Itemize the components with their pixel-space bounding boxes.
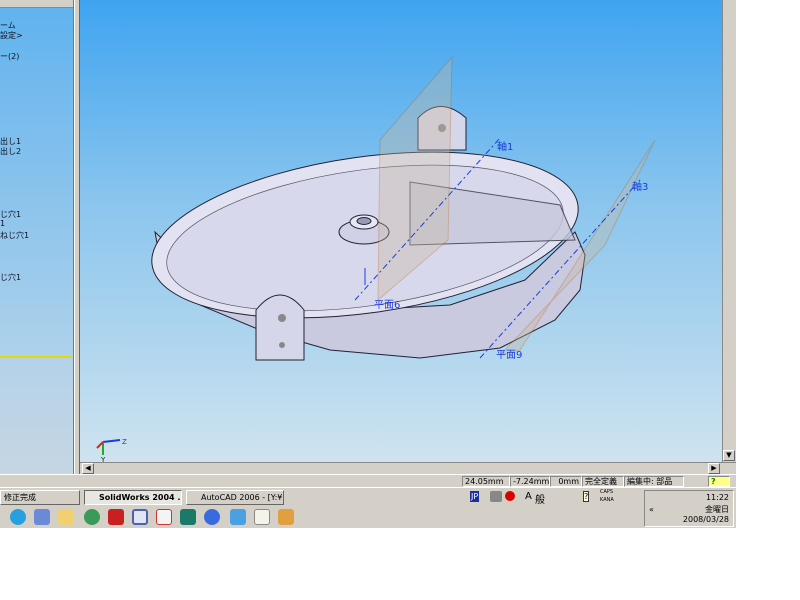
tree-item[interactable]: 出し2 <box>0 146 21 157</box>
reference-triad-icon: Z Y <box>96 438 127 464</box>
coord-y: -7.24mm <box>510 476 550 487</box>
ie-icon[interactable] <box>84 509 100 525</box>
skype-icon[interactable] <box>10 509 26 525</box>
kana-indicator: KANA <box>600 497 614 503</box>
task-button-autocad[interactable]: AutoCAD 2006 - [Y:¥... <box>186 490 284 505</box>
input-mode[interactable]: A <box>525 491 532 502</box>
task-button-solidworks[interactable]: SolidWorks 2004 ... <box>84 490 182 505</box>
graphics-viewport[interactable]: 軸1 軸3 平面6 平面9 Z Y <box>80 0 722 464</box>
clock-time[interactable]: 11:22 <box>706 493 729 502</box>
tree-header <box>0 0 73 8</box>
system-tray: « 11:22 金曜日 2008/03/28 <box>644 490 734 527</box>
model-view: 軸1 軸3 平面6 平面9 Z Y <box>96 55 656 464</box>
acrobat-icon[interactable] <box>156 509 172 525</box>
task-button[interactable]: 修正完成 <box>0 490 80 505</box>
tree-item[interactable]: ねじ穴1 <box>0 230 29 241</box>
horizontal-scrollbar[interactable]: ◀ ▶ <box>80 462 736 474</box>
ime-language[interactable]: JP <box>470 491 480 502</box>
tab-hole <box>278 314 286 322</box>
tree-lower-area <box>0 358 72 474</box>
scroll-down-button[interactable]: ▼ <box>723 450 735 461</box>
feature-manager-tree[interactable]: ーム 設定> ー(2) 出し1 出し2 じ穴1 1 ねじ穴1 じ穴1 <box>0 0 74 474</box>
status-bar: 24.05mm -7.24mm 0mm 完全定義 編集中: 部品 ? <box>0 474 736 487</box>
sync-icon[interactable] <box>230 509 246 525</box>
coord-z: 0mm <box>550 476 582 487</box>
ime-pad-icon[interactable] <box>505 491 515 501</box>
axis-3-label: 軸3 <box>632 180 648 193</box>
boss-hole <box>356 217 372 225</box>
tab-front <box>255 294 305 361</box>
network-icon[interactable] <box>34 509 50 525</box>
notepad-icon[interactable] <box>254 509 270 525</box>
keyboard-icon[interactable] <box>490 491 502 502</box>
tree-item[interactable]: じ穴1 <box>0 272 21 283</box>
window-icon[interactable] <box>132 509 148 525</box>
tree-item[interactable]: 設定> <box>0 30 23 41</box>
tree-item[interactable]: ー(2) <box>0 51 19 62</box>
folder-icon[interactable] <box>58 509 74 525</box>
clock-date: 2008/03/28 <box>682 515 729 524</box>
definition-status: 完全定義 <box>582 476 624 487</box>
scroll-left-button[interactable]: ◀ <box>82 463 94 474</box>
plane-6-label: 平面6 <box>374 300 400 311</box>
vertical-scrollbar[interactable]: ▼ <box>722 0 736 462</box>
edit-mode: 編集中: 部品 <box>624 476 684 487</box>
home-icon[interactable] <box>204 509 220 525</box>
taskbar: 修正完成 SolidWorks 2004 ... AutoCAD 2006 - … <box>0 487 736 528</box>
caps-indicator: CAPS <box>600 489 614 495</box>
scroll-right-button[interactable]: ▶ <box>708 463 720 474</box>
coord-x: 24.05mm <box>462 476 510 487</box>
autocad-icon[interactable] <box>180 509 196 525</box>
solidworks-icon[interactable] <box>108 509 124 525</box>
paint-icon[interactable] <box>278 509 294 525</box>
plane-9-label: 平面9 <box>496 350 522 361</box>
clock-day: 金曜日 <box>705 505 729 514</box>
tray-expand-button[interactable]: « <box>649 505 654 514</box>
tree-item[interactable]: 1 <box>0 219 5 228</box>
help-icon[interactable]: ? <box>708 476 730 487</box>
svg-text:Z: Z <box>122 438 127 446</box>
axis-1-label: 軸1 <box>497 140 513 153</box>
conversion-mode[interactable]: 般 <box>535 491 545 506</box>
ime-help-icon[interactable]: ? <box>583 491 590 502</box>
